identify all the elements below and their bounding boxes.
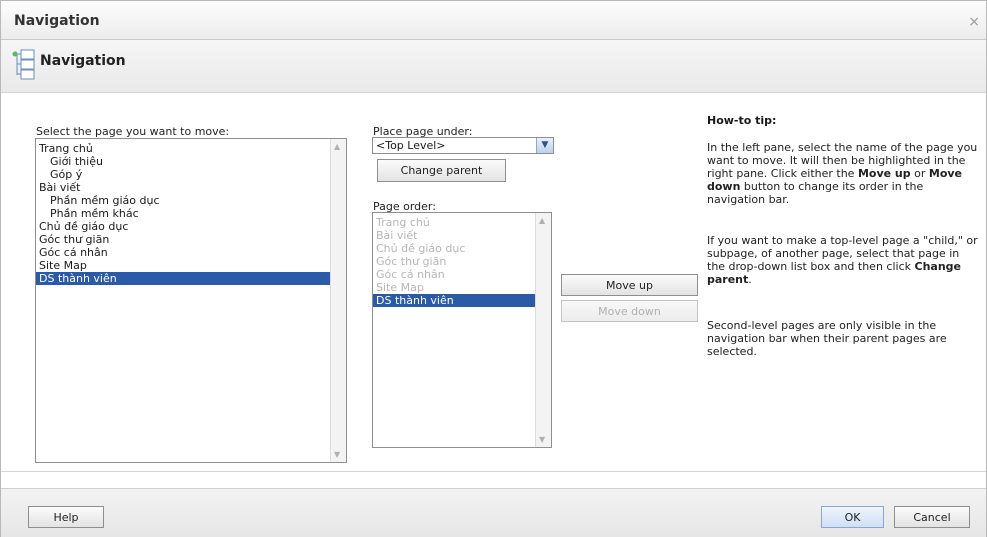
header-band: Navigation (1, 40, 986, 93)
page-list-item[interactable]: Trang chủ (36, 142, 330, 155)
move-up-button[interactable]: Move up (561, 274, 698, 296)
page-order-list[interactable]: Trang chủ Bài viết Chủ đề giáo dục Góc thư … (372, 212, 552, 448)
close-icon[interactable]: × (968, 14, 980, 30)
move-down-button[interactable]: Move down (561, 300, 698, 322)
page-order-item[interactable]: Góc thư giãn (373, 255, 535, 268)
page-order-scrollbar[interactable]: ▲ ▼ (535, 213, 551, 447)
tip-paragraph-1: In the left pane, select the name of the… (707, 141, 979, 206)
tip-text: button to change its order in the naviga… (707, 180, 924, 206)
change-parent-button[interactable]: Change parent (377, 159, 506, 182)
navigation-dialog: Navigation × Navigation Select the page … (0, 0, 987, 537)
page-order-item[interactable]: Trang chủ (373, 216, 535, 229)
page-list[interactable]: Trang chủ Giới thiệu Góp ý Bài viết Phần mềm… (35, 138, 347, 463)
page-list-label: Select the page you want to move: (36, 125, 230, 138)
page-order-item[interactable]: Bài viết (373, 229, 535, 242)
tip-text: . (748, 273, 752, 286)
page-list-items: Trang chủ Giới thiệu Góp ý Bài viết Phần mềm… (36, 139, 330, 285)
page-list-scrollbar[interactable]: ▲ ▼ (330, 139, 346, 462)
tip-paragraph-3: Second-level pages are only visible in t… (707, 319, 947, 358)
tip-bold: Move up (857, 167, 911, 180)
page-list-item[interactable]: Góc cá nhân (36, 246, 330, 259)
help-button[interactable]: Help (28, 506, 104, 528)
dialog-titlebar: Navigation × (1, 1, 986, 40)
page-list-item[interactable]: Bài viết (36, 181, 330, 194)
scroll-up-icon[interactable]: ▲ (539, 216, 545, 225)
page-list-item[interactable]: Phần mềm khác (36, 207, 330, 220)
page-list-item[interactable]: Site Map (36, 259, 330, 272)
page-list-item[interactable]: Góc thư giãn (36, 233, 330, 246)
ok-button[interactable]: OK (821, 506, 884, 528)
page-order-item[interactable]: Chủ đề giáo dục (373, 242, 535, 255)
parent-select-value: <Top Level> (376, 139, 446, 152)
tip-paragraph-2: If you want to make a top-level page a "… (707, 234, 979, 286)
tip-heading: How-to tip: (707, 114, 777, 127)
page-list-item[interactable]: Góp ý (36, 168, 330, 181)
scroll-up-icon[interactable]: ▲ (334, 142, 340, 151)
page-order-items: Trang chủ Bài viết Chủ đề giáo dục Góc thư … (373, 213, 535, 307)
scroll-down-icon[interactable]: ▼ (539, 435, 545, 444)
dialog-footer: Help OK Cancel (1, 488, 986, 537)
chevron-down-icon[interactable]: ▼ (536, 138, 553, 153)
navigation-pages-icon (12, 49, 35, 80)
footer-separator (1, 471, 986, 472)
page-list-item[interactable]: Chủ đề giáo dục (36, 220, 330, 233)
page-list-item[interactable]: Giới thiệu (36, 155, 330, 168)
page-list-item[interactable]: DS thành viên (36, 272, 330, 285)
scroll-down-icon[interactable]: ▼ (334, 450, 340, 459)
cancel-button[interactable]: Cancel (894, 506, 970, 528)
page-order-item[interactable]: Site Map (373, 281, 535, 294)
dialog-title: Navigation (14, 13, 100, 29)
page-list-item[interactable]: Phần mềm giáo dục (36, 194, 330, 207)
parent-select[interactable]: <Top Level> ▼ (372, 137, 554, 154)
tip-text: or (910, 167, 929, 180)
page-order-item[interactable]: DS thành viên (373, 294, 535, 307)
header-title: Navigation (40, 53, 126, 69)
page-order-item[interactable]: Góc cá nhân (373, 268, 535, 281)
